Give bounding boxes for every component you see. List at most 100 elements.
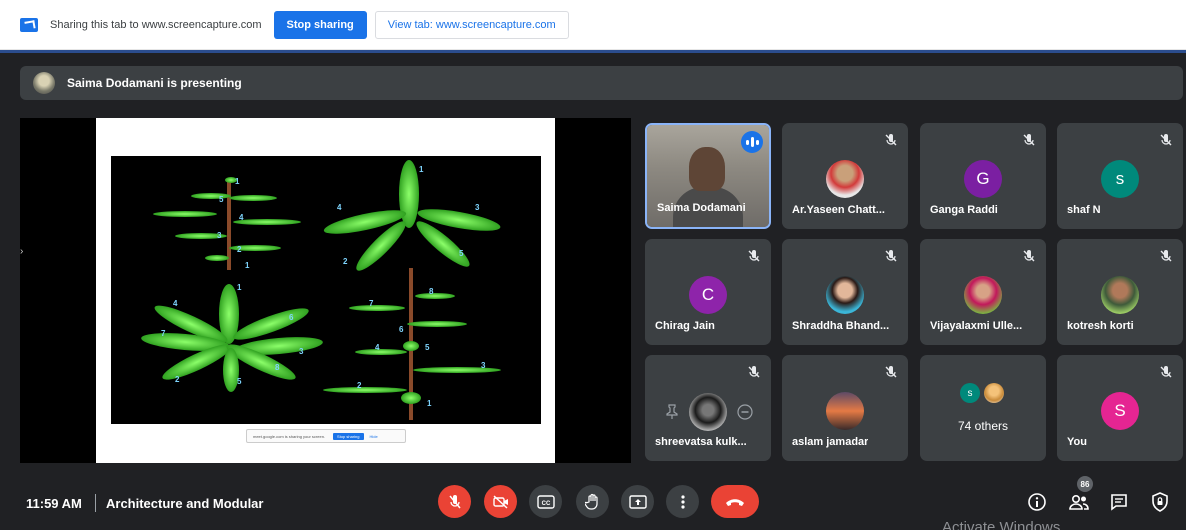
mic-off-icon: [885, 366, 897, 378]
participant-avatar: G: [964, 160, 1002, 198]
participant-name: Vijayalaxmi Ulle...: [930, 320, 1023, 332]
divider: [95, 494, 96, 512]
participant-name: shreevatsa kulk...: [655, 436, 747, 448]
slide-label: 5: [425, 343, 430, 352]
chat-button[interactable]: [1108, 491, 1130, 513]
slide-label: 6: [399, 325, 404, 334]
speaking-indicator-icon: [741, 131, 763, 153]
meet-window: Saima Dodamani is presenting › 1 5 4 3 2…: [0, 50, 1186, 530]
slide-label: 7: [369, 299, 374, 308]
video-person-head: [689, 147, 725, 191]
participant-tile[interactable]: Vijayalaxmi Ulle...: [920, 239, 1046, 345]
mic-off-icon: [748, 366, 760, 378]
slide-label: 1: [235, 177, 240, 186]
slide-label: 4: [375, 343, 380, 352]
present-now-button[interactable]: [621, 485, 654, 518]
meeting-time: 11:59 AM: [26, 496, 82, 511]
remove-icon[interactable]: [737, 404, 753, 420]
shield-lock-icon: [1152, 492, 1168, 512]
slide-label: 2: [343, 257, 348, 266]
tile-hover-controls: [665, 393, 753, 431]
hang-up-icon: [726, 498, 744, 506]
participant-avatar: S: [1101, 392, 1139, 430]
others-avatars: s: [960, 383, 1004, 403]
notice-text: meet.google.com is sharing your screen.: [253, 433, 326, 439]
presenting-text: Saima Dodamani is presenting: [67, 76, 242, 90]
mic-off-icon: [748, 250, 760, 262]
slide-label: 1: [427, 399, 432, 408]
people-icon: [1069, 494, 1089, 510]
participant-tile[interactable]: aslam jamadar: [782, 355, 908, 461]
slide-label: 5: [237, 377, 242, 386]
slide-label: 4: [337, 203, 342, 212]
meeting-title: Architecture and Modular: [106, 496, 264, 511]
participant-tile[interactable]: kotresh korti: [1057, 239, 1183, 345]
mic-off-icon: [1023, 134, 1035, 146]
people-button[interactable]: [1068, 491, 1090, 513]
slide-label: 2: [175, 375, 180, 384]
host-controls-button[interactable]: [1149, 491, 1171, 513]
slide-label: 1: [237, 283, 242, 292]
presentation-slide: 1 5 4 3 2 1 1 4 3 2 5 1 4 6 7 3 8 2 5 8 …: [96, 118, 555, 463]
screen-share-icon: [20, 17, 38, 32]
more-options-button[interactable]: [666, 485, 699, 518]
slide-label: 7: [161, 329, 166, 338]
participant-tile[interactable]: C Chirag Jain: [645, 239, 771, 345]
participant-tile[interactable]: Ar.Yaseen Chatt...: [782, 123, 908, 229]
sharing-bar: Sharing this tab to www.screencapture.co…: [0, 0, 1186, 50]
participant-tile[interactable]: G Ganga Raddi: [920, 123, 1046, 229]
participant-name: shaf N: [1067, 204, 1101, 216]
participant-tile[interactable]: Shraddha Bhand...: [782, 239, 908, 345]
more-vert-icon: [680, 494, 685, 509]
others-count: 74 others: [957, 419, 1009, 433]
svg-text:CC: CC: [541, 501, 550, 507]
notice-stop-button: Stop sharing: [333, 432, 364, 440]
activate-windows-watermark: Activate Windows: [942, 519, 1061, 530]
others-tile[interactable]: s 74 others: [920, 355, 1046, 461]
camera-toggle-button[interactable]: [484, 485, 517, 518]
others-avatar-photo: [984, 383, 1004, 403]
slide-label: 6: [289, 313, 294, 322]
info-icon: [1028, 493, 1046, 511]
pin-icon[interactable]: [665, 404, 679, 420]
slide-label: 2: [237, 245, 242, 254]
participant-tile-saima[interactable]: Saima Dodamani: [645, 123, 771, 229]
mic-off-icon: [1160, 366, 1172, 378]
mic-toggle-button[interactable]: [438, 485, 471, 518]
camera-off-icon: [492, 494, 508, 509]
mic-off-icon: [448, 494, 461, 508]
leave-call-button[interactable]: [711, 485, 759, 518]
participant-avatar: C: [689, 276, 727, 314]
participant-photo: [826, 276, 864, 314]
participant-photo: [826, 392, 864, 430]
slide-label: 5: [459, 249, 464, 258]
participant-photo: [826, 160, 864, 198]
slide-label: 1: [245, 261, 250, 270]
slide-label: 1: [419, 165, 424, 174]
presentation-stage[interactable]: › 1 5 4 3 2 1 1 4 3 2 5 1 4 6 7 3 8 2 5 …: [20, 118, 631, 463]
self-tile[interactable]: S You: [1057, 355, 1183, 461]
participant-tile[interactable]: s shaf N: [1057, 123, 1183, 229]
chevron-right-icon: ›: [20, 246, 24, 257]
slide-label: 3: [475, 203, 480, 212]
mic-off-icon: [1160, 134, 1172, 146]
participant-name: aslam jamadar: [792, 436, 869, 448]
hand-icon: [584, 493, 598, 510]
participant-name: You: [1067, 436, 1087, 448]
participant-name: Saima Dodamani: [657, 202, 746, 214]
participant-photo: [689, 393, 727, 431]
captions-button[interactable]: CC: [529, 485, 562, 518]
people-count-badge: 86: [1077, 476, 1093, 492]
participant-name: Ganga Raddi: [930, 204, 998, 216]
leaf-arrangement-illustration: 1 5 4 3 2 1 1 4 3 2 5 1 4 6 7 3 8 2 5 8 …: [141, 160, 501, 420]
slide-label: 8: [275, 363, 280, 372]
participant-name: kotresh korti: [1067, 320, 1134, 332]
view-tab-button[interactable]: View tab: www.screencapture.com: [374, 10, 569, 39]
participant-tile[interactable]: shreevatsa kulk...: [645, 355, 771, 461]
stop-sharing-button[interactable]: Stop sharing: [273, 10, 367, 39]
slide-label: 2: [357, 381, 362, 390]
meeting-details-button[interactable]: [1026, 491, 1048, 513]
presenting-banner: Saima Dodamani is presenting: [20, 66, 1183, 100]
raise-hand-button[interactable]: [576, 485, 609, 518]
mic-off-icon: [1160, 250, 1172, 262]
